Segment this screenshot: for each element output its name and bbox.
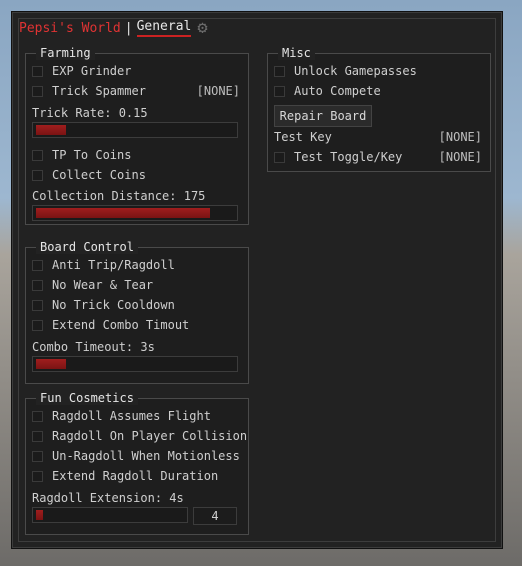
- brand-title: Pepsi's World: [19, 20, 121, 36]
- group-title: Board Control: [36, 240, 138, 254]
- test-toggle-key-toggle[interactable]: Test Toggle/Key [NONE]: [268, 148, 490, 166]
- test-key-label: Test Key: [274, 130, 332, 144]
- keybind-button[interactable]: [NONE]: [439, 150, 482, 164]
- group-title: Misc: [278, 46, 315, 60]
- ragdoll-collision-toggle[interactable]: Ragdoll On Player Collision: [26, 427, 248, 445]
- toggle-label: Unlock Gamepasses: [294, 64, 417, 78]
- checkbox[interactable]: [32, 299, 43, 311]
- checkbox[interactable]: [32, 470, 43, 482]
- trick-rate-slider[interactable]: [32, 122, 238, 138]
- checkbox[interactable]: [32, 430, 43, 442]
- trick-spammer-toggle[interactable]: Trick Spammer [NONE]: [26, 82, 248, 100]
- toggle-label: Un-Ragdoll When Motionless: [52, 449, 240, 463]
- toggle-label: Test Toggle/Key: [294, 150, 403, 164]
- slider-fill: [36, 510, 43, 520]
- checkbox[interactable]: [32, 149, 43, 161]
- extend-combo-toggle[interactable]: Extend Combo Timout: [26, 316, 248, 334]
- tab-general[interactable]: General: [136, 19, 192, 37]
- checkbox[interactable]: [32, 259, 43, 271]
- combo-timeout-slider[interactable]: [32, 356, 238, 372]
- checkbox[interactable]: [32, 65, 43, 77]
- checkbox[interactable]: [32, 279, 43, 291]
- checkbox[interactable]: [274, 65, 285, 77]
- toggle-label: No Wear & Tear: [52, 278, 154, 292]
- checkbox[interactable]: [32, 410, 43, 422]
- toggle-label: EXP Grinder: [52, 64, 132, 78]
- toggle-label: Collect Coins: [52, 168, 146, 182]
- group-board-control: Board Control Anti Trip/Ragdoll No Wear …: [25, 240, 249, 384]
- group-misc: Misc Unlock Gamepasses Auto Compete Repa…: [267, 46, 491, 172]
- checkbox[interactable]: [274, 151, 285, 163]
- toggle-label: Auto Compete: [294, 84, 381, 98]
- no-trick-cooldown-toggle[interactable]: No Trick Cooldown: [26, 296, 248, 314]
- gear-icon[interactable]: ⚙: [197, 20, 213, 37]
- collect-coins-toggle[interactable]: Collect Coins: [26, 166, 248, 184]
- group-title: Farming: [36, 46, 95, 60]
- toggle-label: Ragdoll On Player Collision: [52, 429, 248, 443]
- slider-label: Collection Distance: 175: [32, 189, 206, 203]
- checkbox[interactable]: [274, 85, 285, 97]
- unlock-gamepasses-toggle[interactable]: Unlock Gamepasses: [268, 62, 490, 80]
- auto-compete-toggle[interactable]: Auto Compete: [268, 82, 490, 100]
- ragdoll-extension-value[interactable]: 4: [193, 507, 237, 525]
- toggle-label: Trick Spammer: [52, 84, 146, 98]
- checkbox[interactable]: [32, 319, 43, 331]
- tp-to-coins-toggle[interactable]: TP To Coins: [26, 146, 248, 164]
- toggle-label: Ragdoll Assumes Flight: [52, 409, 211, 423]
- unragdoll-motionless-toggle[interactable]: Un-Ragdoll When Motionless: [26, 447, 248, 465]
- anti-trip-toggle[interactable]: Anti Trip/Ragdoll: [26, 256, 248, 274]
- repair-board-button[interactable]: Repair Board: [274, 105, 372, 127]
- collection-distance-slider[interactable]: [32, 205, 238, 221]
- toggle-label: No Trick Cooldown: [52, 298, 175, 312]
- title-bar: Pepsi's World | General ⚙: [19, 17, 213, 39]
- ragdoll-flight-toggle[interactable]: Ragdoll Assumes Flight: [26, 407, 248, 425]
- extend-ragdoll-toggle[interactable]: Extend Ragdoll Duration: [26, 467, 248, 485]
- toggle-label: Extend Combo Timout: [52, 318, 190, 332]
- slider-fill: [36, 125, 66, 135]
- keybind-button[interactable]: [NONE]: [439, 130, 482, 144]
- slider-label: Ragdoll Extension: 4s: [32, 491, 184, 505]
- slider-fill: [36, 359, 66, 369]
- toggle-label: Anti Trip/Ragdoll: [52, 258, 175, 272]
- ragdoll-extension-slider[interactable]: [32, 507, 188, 523]
- main-window: Pepsi's World | General ⚙ Farming EXP Gr…: [12, 12, 502, 548]
- group-farming: Farming EXP Grinder Trick Spammer [NONE]…: [25, 46, 249, 225]
- checkbox[interactable]: [32, 85, 43, 97]
- group-title: Fun Cosmetics: [36, 391, 138, 405]
- group-fun-cosmetics: Fun Cosmetics Ragdoll Assumes Flight Rag…: [25, 391, 249, 535]
- no-wear-toggle[interactable]: No Wear & Tear: [26, 276, 248, 294]
- checkbox[interactable]: [32, 169, 43, 181]
- toggle-label: Extend Ragdoll Duration: [52, 469, 219, 483]
- exp-grinder-toggle[interactable]: EXP Grinder: [26, 62, 248, 80]
- checkbox[interactable]: [32, 450, 43, 462]
- slider-fill: [36, 208, 210, 218]
- slider-label: Combo Timeout: 3s: [32, 340, 155, 354]
- slider-label: Trick Rate: 0.15: [32, 106, 148, 120]
- title-separator: |: [124, 20, 133, 36]
- keybind-button[interactable]: [NONE]: [197, 84, 240, 98]
- toggle-label: TP To Coins: [52, 148, 132, 162]
